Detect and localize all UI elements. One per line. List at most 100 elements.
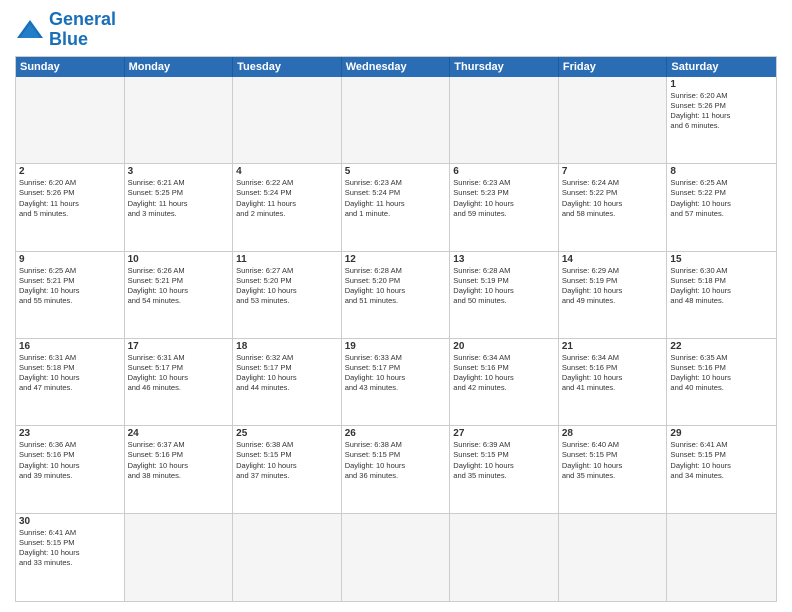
- date-number: 18: [236, 341, 338, 352]
- calendar-cell: 10Sunrise: 6:26 AM Sunset: 5:21 PM Dayli…: [125, 252, 234, 339]
- cell-content: Sunrise: 6:36 AM Sunset: 5:16 PM Dayligh…: [19, 440, 121, 481]
- calendar-cell: 16Sunrise: 6:31 AM Sunset: 5:18 PM Dayli…: [16, 339, 125, 426]
- day-header-thursday: Thursday: [450, 57, 559, 77]
- date-number: 9: [19, 254, 121, 265]
- cell-content: Sunrise: 6:34 AM Sunset: 5:16 PM Dayligh…: [562, 353, 664, 394]
- date-number: 2: [19, 166, 121, 177]
- date-number: 23: [19, 428, 121, 439]
- cell-content: Sunrise: 6:37 AM Sunset: 5:16 PM Dayligh…: [128, 440, 230, 481]
- date-number: 10: [128, 254, 230, 265]
- day-header-monday: Monday: [125, 57, 234, 77]
- calendar-cell: 17Sunrise: 6:31 AM Sunset: 5:17 PM Dayli…: [125, 339, 234, 426]
- cell-content: Sunrise: 6:25 AM Sunset: 5:22 PM Dayligh…: [670, 178, 773, 219]
- calendar-cell: 1Sunrise: 6:20 AM Sunset: 5:26 PM Daylig…: [667, 77, 776, 164]
- day-header-friday: Friday: [559, 57, 668, 77]
- cell-content: Sunrise: 6:22 AM Sunset: 5:24 PM Dayligh…: [236, 178, 338, 219]
- logo-icon: [15, 18, 45, 42]
- date-number: 19: [345, 341, 447, 352]
- calendar-cell: 29Sunrise: 6:41 AM Sunset: 5:15 PM Dayli…: [667, 426, 776, 513]
- cell-content: Sunrise: 6:41 AM Sunset: 5:15 PM Dayligh…: [670, 440, 773, 481]
- cell-content: Sunrise: 6:41 AM Sunset: 5:15 PM Dayligh…: [19, 528, 121, 569]
- calendar-cell: 23Sunrise: 6:36 AM Sunset: 5:16 PM Dayli…: [16, 426, 125, 513]
- calendar-cell: [450, 514, 559, 601]
- date-number: 7: [562, 166, 664, 177]
- cell-content: Sunrise: 6:29 AM Sunset: 5:19 PM Dayligh…: [562, 266, 664, 307]
- calendar-cell: 18Sunrise: 6:32 AM Sunset: 5:17 PM Dayli…: [233, 339, 342, 426]
- cell-content: Sunrise: 6:21 AM Sunset: 5:25 PM Dayligh…: [128, 178, 230, 219]
- calendar-cell: 14Sunrise: 6:29 AM Sunset: 5:19 PM Dayli…: [559, 252, 668, 339]
- date-number: 1: [670, 79, 773, 90]
- date-number: 29: [670, 428, 773, 439]
- cell-content: Sunrise: 6:31 AM Sunset: 5:17 PM Dayligh…: [128, 353, 230, 394]
- cell-content: Sunrise: 6:20 AM Sunset: 5:26 PM Dayligh…: [19, 178, 121, 219]
- calendar-cell: 8Sunrise: 6:25 AM Sunset: 5:22 PM Daylig…: [667, 164, 776, 251]
- calendar-cell: 2Sunrise: 6:20 AM Sunset: 5:26 PM Daylig…: [16, 164, 125, 251]
- date-number: 11: [236, 254, 338, 265]
- date-number: 12: [345, 254, 447, 265]
- cell-content: Sunrise: 6:23 AM Sunset: 5:23 PM Dayligh…: [453, 178, 555, 219]
- date-number: 20: [453, 341, 555, 352]
- calendar-cell: [125, 514, 234, 601]
- date-number: 14: [562, 254, 664, 265]
- cell-content: Sunrise: 6:26 AM Sunset: 5:21 PM Dayligh…: [128, 266, 230, 307]
- cell-content: Sunrise: 6:27 AM Sunset: 5:20 PM Dayligh…: [236, 266, 338, 307]
- day-header-tuesday: Tuesday: [233, 57, 342, 77]
- cell-content: Sunrise: 6:35 AM Sunset: 5:16 PM Dayligh…: [670, 353, 773, 394]
- logo: GeneralBlue: [15, 10, 116, 50]
- day-headers: SundayMondayTuesdayWednesdayThursdayFrid…: [16, 57, 776, 77]
- date-number: 3: [128, 166, 230, 177]
- date-number: 30: [19, 516, 121, 527]
- calendar-cell: 4Sunrise: 6:22 AM Sunset: 5:24 PM Daylig…: [233, 164, 342, 251]
- page: GeneralBlue SundayMondayTuesdayWednesday…: [0, 0, 792, 612]
- cell-content: Sunrise: 6:38 AM Sunset: 5:15 PM Dayligh…: [236, 440, 338, 481]
- calendar: SundayMondayTuesdayWednesdayThursdayFrid…: [15, 56, 777, 602]
- calendar-cell: [16, 77, 125, 164]
- calendar-cell: [125, 77, 234, 164]
- cell-content: Sunrise: 6:39 AM Sunset: 5:15 PM Dayligh…: [453, 440, 555, 481]
- calendar-cell: 26Sunrise: 6:38 AM Sunset: 5:15 PM Dayli…: [342, 426, 451, 513]
- calendar-cell: 27Sunrise: 6:39 AM Sunset: 5:15 PM Dayli…: [450, 426, 559, 513]
- date-number: 15: [670, 254, 773, 265]
- logo-text: GeneralBlue: [49, 10, 116, 50]
- cell-content: Sunrise: 6:28 AM Sunset: 5:20 PM Dayligh…: [345, 266, 447, 307]
- date-number: 26: [345, 428, 447, 439]
- cell-content: Sunrise: 6:32 AM Sunset: 5:17 PM Dayligh…: [236, 353, 338, 394]
- cell-content: Sunrise: 6:34 AM Sunset: 5:16 PM Dayligh…: [453, 353, 555, 394]
- calendar-cell: [233, 514, 342, 601]
- cell-content: Sunrise: 6:24 AM Sunset: 5:22 PM Dayligh…: [562, 178, 664, 219]
- date-number: 16: [19, 341, 121, 352]
- cell-content: Sunrise: 6:25 AM Sunset: 5:21 PM Dayligh…: [19, 266, 121, 307]
- cell-content: Sunrise: 6:23 AM Sunset: 5:24 PM Dayligh…: [345, 178, 447, 219]
- calendar-cell: 6Sunrise: 6:23 AM Sunset: 5:23 PM Daylig…: [450, 164, 559, 251]
- cell-content: Sunrise: 6:31 AM Sunset: 5:18 PM Dayligh…: [19, 353, 121, 394]
- date-number: 8: [670, 166, 773, 177]
- date-number: 25: [236, 428, 338, 439]
- date-number: 6: [453, 166, 555, 177]
- date-number: 4: [236, 166, 338, 177]
- calendar-cell: 12Sunrise: 6:28 AM Sunset: 5:20 PM Dayli…: [342, 252, 451, 339]
- date-number: 21: [562, 341, 664, 352]
- calendar-cell: 7Sunrise: 6:24 AM Sunset: 5:22 PM Daylig…: [559, 164, 668, 251]
- calendar-cell: 3Sunrise: 6:21 AM Sunset: 5:25 PM Daylig…: [125, 164, 234, 251]
- calendar-cell: 20Sunrise: 6:34 AM Sunset: 5:16 PM Dayli…: [450, 339, 559, 426]
- day-header-saturday: Saturday: [667, 57, 776, 77]
- date-number: 5: [345, 166, 447, 177]
- calendar-cell: [342, 514, 451, 601]
- calendar-cell: 22Sunrise: 6:35 AM Sunset: 5:16 PM Dayli…: [667, 339, 776, 426]
- calendar-cell: 28Sunrise: 6:40 AM Sunset: 5:15 PM Dayli…: [559, 426, 668, 513]
- calendar-cell: [233, 77, 342, 164]
- calendar-grid: 1 Sunrise: 6:20 AM Sunset: 5:26 PM Daylig…: [16, 77, 776, 601]
- cell-content: Sunrise: 6:40 AM Sunset: 5:15 PM Dayligh…: [562, 440, 664, 481]
- calendar-cell: 21Sunrise: 6:34 AM Sunset: 5:16 PM Dayli…: [559, 339, 668, 426]
- date-number: 22: [670, 341, 773, 352]
- calendar-cell: 5Sunrise: 6:23 AM Sunset: 5:24 PM Daylig…: [342, 164, 451, 251]
- calendar-cell: 9Sunrise: 6:25 AM Sunset: 5:21 PM Daylig…: [16, 252, 125, 339]
- cell-content: Sunrise: 6:28 AM Sunset: 5:19 PM Dayligh…: [453, 266, 555, 307]
- date-number: 27: [453, 428, 555, 439]
- date-number: 28: [562, 428, 664, 439]
- day-header-sunday: Sunday: [16, 57, 125, 77]
- header: GeneralBlue: [15, 10, 777, 50]
- calendar-cell: 19Sunrise: 6:33 AM Sunset: 5:17 PM Dayli…: [342, 339, 451, 426]
- calendar-cell: 25Sunrise: 6:38 AM Sunset: 5:15 PM Dayli…: [233, 426, 342, 513]
- calendar-cell: 30Sunrise: 6:41 AM Sunset: 5:15 PM Dayli…: [16, 514, 125, 601]
